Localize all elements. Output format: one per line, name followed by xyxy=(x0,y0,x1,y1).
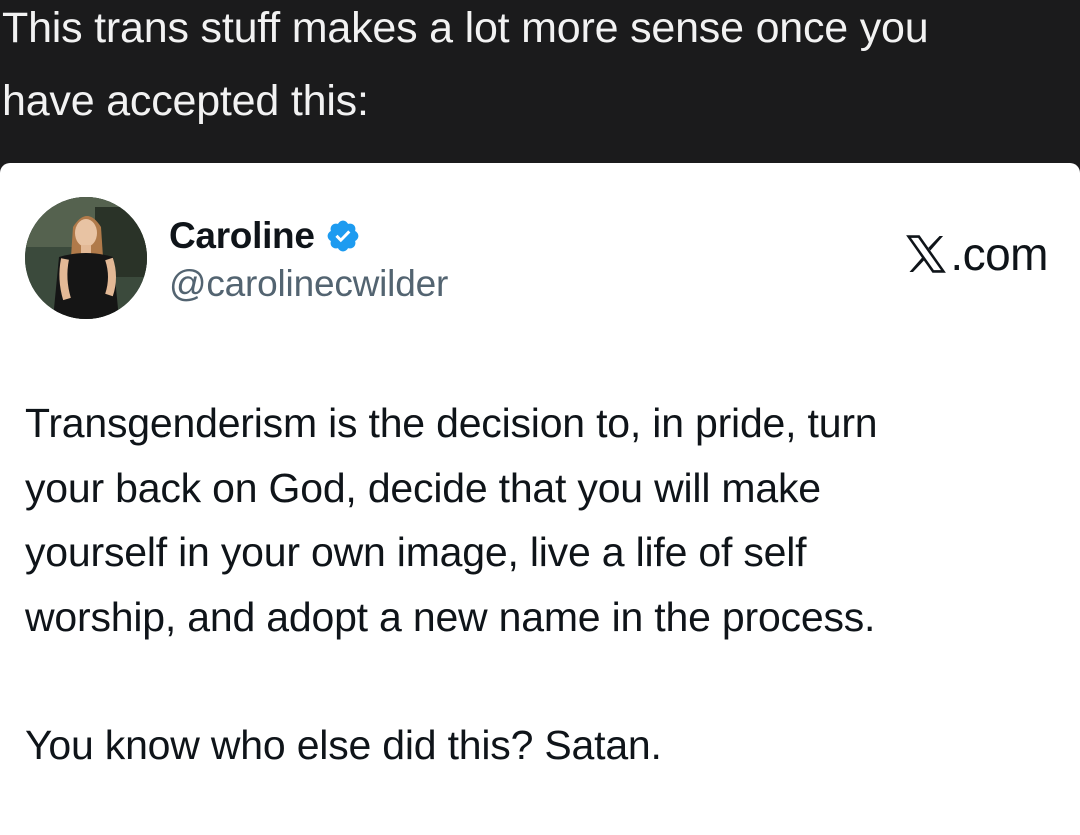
brand-mark: .com xyxy=(904,227,1048,281)
avatar-photo xyxy=(25,197,147,319)
verified-badge-icon xyxy=(325,218,361,254)
tweet-line: yourself in your own image, live a life … xyxy=(25,529,807,575)
caption-line-1: This trans stuff makes a lot more sense … xyxy=(2,4,929,52)
caption-text: This trans stuff makes a lot more sense … xyxy=(2,0,1072,138)
author-handle[interactable]: @carolinecwilder xyxy=(169,263,448,305)
tweet-paragraph-2: You know who else did this? Satan. xyxy=(25,722,662,768)
author-name-row: Caroline xyxy=(169,211,361,261)
tweet-card: Caroline @carolinecwilder .com Transgend… xyxy=(0,163,1080,835)
tweet-paragraph-1: Transgenderism is the decision to, in pr… xyxy=(25,391,1055,649)
x-logo-icon xyxy=(904,232,948,276)
tweet-line: Transgenderism is the decision to, in pr… xyxy=(25,400,878,446)
screenshot-page: This trans stuff makes a lot more sense … xyxy=(0,0,1080,835)
brand-text: .com xyxy=(950,228,1048,280)
caption-line-2: have accepted this: xyxy=(2,77,369,125)
tweet-line: your back on God, decide that you will m… xyxy=(25,464,821,511)
tweet-line: worship, and adopt a new name in the pro… xyxy=(25,593,876,640)
author-display-name[interactable]: Caroline xyxy=(169,215,315,257)
tweet-text: Transgenderism is the decision to, in pr… xyxy=(25,391,1055,778)
avatar[interactable] xyxy=(25,197,147,319)
